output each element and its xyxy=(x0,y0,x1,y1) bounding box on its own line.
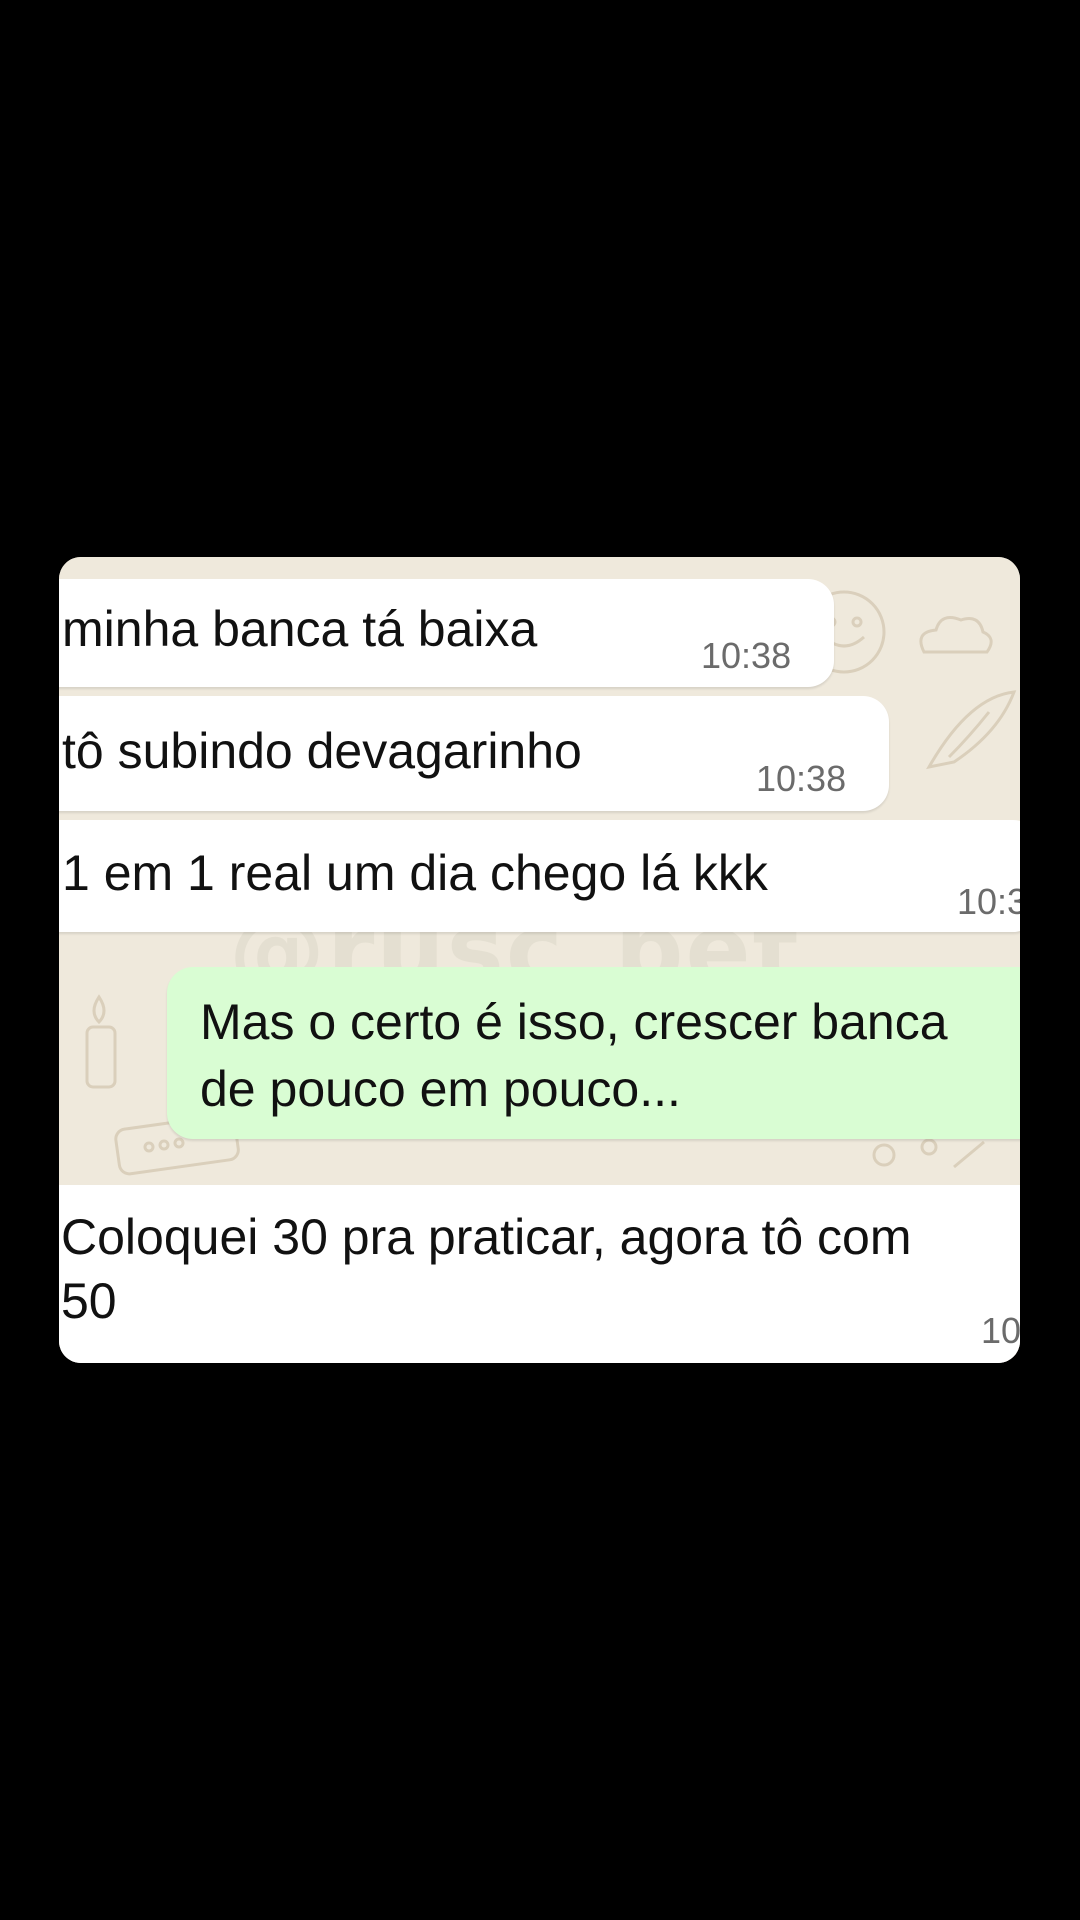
message-bubble-incoming[interactable]: 1 em 1 real um dia chego lá kkk 10:39 xyxy=(59,820,1020,932)
message-text: 1 em 1 real um dia chego lá kkk xyxy=(62,845,768,901)
message-text-line-2: de pouco em pouco... xyxy=(200,1061,681,1117)
message-text-line-1: Coloquei 30 pra praticar, agora tô com xyxy=(61,1209,912,1265)
wallpaper-doodle-candle-icon xyxy=(85,994,117,1089)
message-text: minha banca tá baixa xyxy=(62,601,538,657)
wallpaper-doodle-fish-icon xyxy=(926,690,1017,770)
wallpaper-doodle-cloud-icon xyxy=(919,616,993,654)
message-text: tô subindo devagarinho xyxy=(62,723,582,779)
message-bubble-outgoing[interactable]: Mas o certo é isso, crescer banca de pou… xyxy=(167,967,1020,1139)
message-timestamp: 10:39 xyxy=(957,881,1020,922)
message-timestamp: 10:38 xyxy=(756,758,847,799)
message-timestamp: 10:38 xyxy=(701,635,792,676)
message-bubble-incoming[interactable]: minha banca tá baixa 10:38 xyxy=(59,579,834,687)
message-bubble-incoming[interactable]: Coloquei 30 pra praticar, agora tô com 5… xyxy=(59,1185,1020,1363)
message-text-line-2: 50 xyxy=(61,1273,117,1329)
message-timestamp: 10 xyxy=(981,1310,1020,1351)
chat-screenshot: @rusc_bet minha banca tá baixa 10:38 tô … xyxy=(59,557,1020,1363)
message-bubble-incoming[interactable]: tô subindo devagarinho 10:38 xyxy=(59,696,889,811)
message-text-line-1: Mas o certo é isso, crescer banca xyxy=(200,994,948,1050)
